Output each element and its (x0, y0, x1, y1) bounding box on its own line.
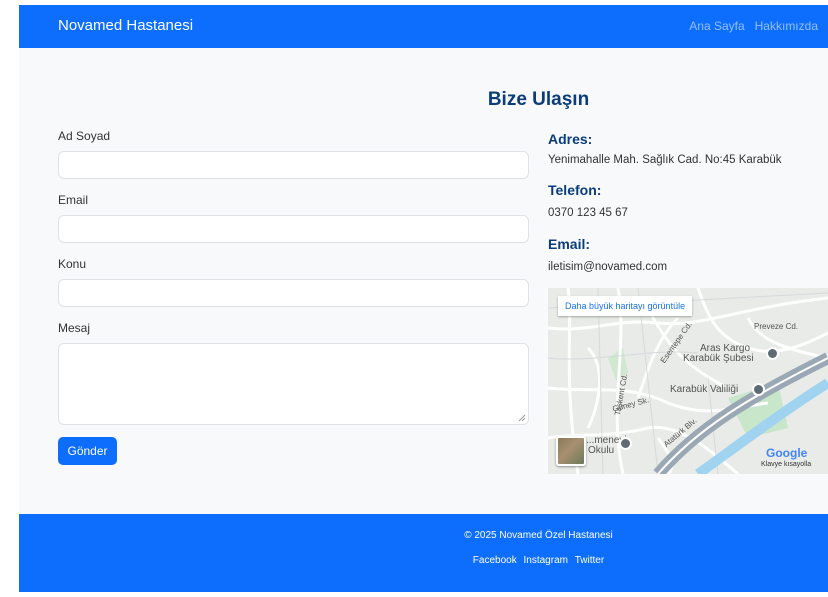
place-label: Karabük Şubesi (683, 353, 754, 364)
place-label: Okulu (588, 445, 615, 456)
navbar: Novamed Hastanesi Ana Sayfa Hakkımızda (19, 5, 828, 48)
address-heading: Adres: (548, 131, 593, 147)
nav-home-link[interactable]: Ana Sayfa (689, 19, 744, 33)
footer: © 2025 Novamed Özel Hastanesi Facebook I… (19, 514, 828, 592)
brand-link[interactable]: Novamed Hastanesi (58, 17, 193, 34)
subject-input[interactable] (58, 279, 529, 307)
twitter-link[interactable]: Twitter (575, 555, 604, 566)
message-textarea[interactable] (58, 343, 529, 425)
social-links: Facebook Instagram Twitter (19, 555, 828, 566)
message-label: Mesaj (58, 321, 91, 335)
school-pin-icon[interactable] (619, 437, 632, 450)
email-heading: Email: (548, 236, 591, 252)
cargo-pin-icon[interactable] (766, 347, 779, 360)
email-input[interactable] (58, 215, 529, 243)
instagram-link[interactable]: Instagram (524, 555, 568, 566)
name-input[interactable] (58, 151, 529, 179)
map-credit[interactable]: Klavye kısayolla (761, 461, 811, 468)
satellite-toggle[interactable] (556, 436, 586, 466)
google-logo: Google (766, 446, 808, 460)
larger-map-link[interactable]: Daha büyük haritayı görüntüle (558, 296, 693, 316)
nav-links: Ana Sayfa Hakkımızda (689, 19, 818, 33)
map-embed[interactable]: Daha büyük haritayı görüntüle Preveze Cd… (548, 288, 828, 474)
address-text: Yenimahalle Mah. Sağlık Cad. No:45 Karab… (548, 154, 782, 166)
name-label: Ad Soyad (58, 129, 111, 143)
copyright-text: © 2025 Novamed Özel Hastanesi (464, 530, 613, 541)
phone-text: 0370 123 45 67 (548, 207, 628, 219)
place-label: Karabük Valiliği (670, 384, 739, 395)
street-label: Preveze Cd. (754, 322, 799, 331)
resize-handle-icon[interactable] (518, 414, 526, 422)
governor-pin-icon[interactable] (752, 383, 765, 396)
phone-heading: Telefon: (548, 182, 602, 198)
submit-button[interactable]: Gönder (58, 437, 117, 465)
email-text: iletisim@novamed.com (548, 261, 668, 273)
page-title-text: Bize Ulaşın (487, 89, 590, 110)
facebook-link[interactable]: Facebook (473, 555, 517, 566)
nav-about-link[interactable]: Hakkımızda (755, 19, 818, 33)
page-title: Bize Ulaşın (19, 89, 828, 111)
email-label: Email (58, 193, 89, 207)
subject-label: Konu (58, 257, 87, 271)
page: Novamed Hastanesi Ana Sayfa Hakkımızda B… (19, 5, 828, 592)
